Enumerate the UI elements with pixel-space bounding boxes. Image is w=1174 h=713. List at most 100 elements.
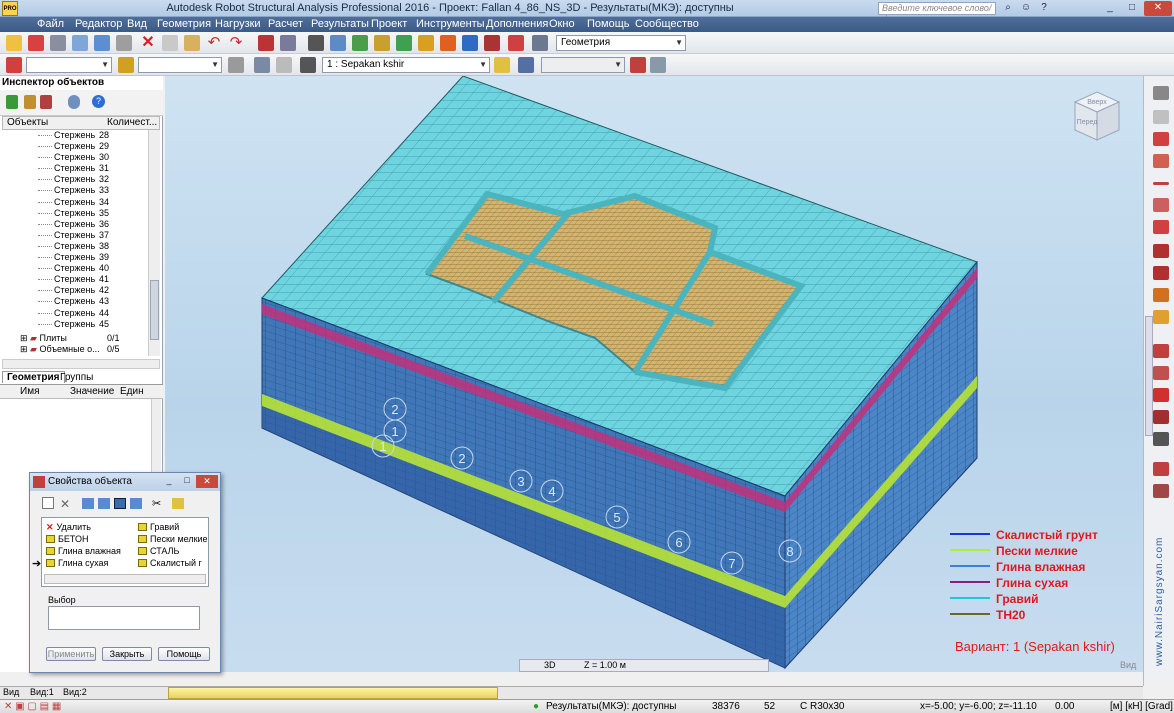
case-up-icon[interactable] <box>494 57 510 73</box>
paste-icon[interactable] <box>184 35 200 51</box>
node-selection-field[interactable]: ▼ <box>26 57 112 73</box>
tree-node-volumes[interactable]: ⊞ ▰ Объемные о... 0/5 <box>20 344 120 355</box>
line-icon[interactable] <box>1153 110 1169 124</box>
material-item[interactable]: ✕ Удалить <box>46 522 91 533</box>
loads-icon[interactable] <box>440 35 456 51</box>
search-icon[interactable]: ⌕ <box>998 1 1018 16</box>
preview-icon[interactable] <box>72 35 88 51</box>
tree-node-bar[interactable]: Стержень 29 <box>2 141 148 152</box>
clear-filter-icon[interactable] <box>40 95 52 109</box>
mode-selector[interactable]: ▼ <box>541 57 625 73</box>
menu-results[interactable]: Результаты <box>311 18 369 30</box>
menu-project[interactable]: Проект <box>371 18 407 30</box>
material-item[interactable]: Пески мелкие <box>138 534 208 545</box>
view-icon[interactable] <box>82 498 94 509</box>
material-item[interactable]: БЕТОН <box>46 534 89 545</box>
undo-icon[interactable]: ↶ <box>206 35 222 51</box>
material-item-selected[interactable]: Глина сухая <box>46 558 108 569</box>
lock-icon[interactable] <box>308 35 324 51</box>
menu-tools[interactable]: Инструменты <box>416 18 485 30</box>
details-icon[interactable] <box>130 498 142 509</box>
layout-icon[interactable] <box>280 35 296 51</box>
menu-community[interactable]: Сообщество <box>635 18 699 30</box>
tables-icon[interactable] <box>258 35 274 51</box>
tab-view[interactable]: Вид <box>3 687 19 697</box>
tree-node-bar[interactable]: Стержень 34 <box>2 197 148 208</box>
tree-node-bar[interactable]: Стержень 32 <box>2 174 148 185</box>
node-select-icon[interactable] <box>6 57 22 73</box>
cases-icon[interactable] <box>254 57 270 73</box>
filter-icon[interactable] <box>228 57 244 73</box>
close-dialog-button[interactable]: Закрыть <box>102 647 152 661</box>
new-doc-icon[interactable] <box>42 497 54 509</box>
volumes-icon[interactable] <box>1153 220 1169 234</box>
inspector-hscrollbar[interactable] <box>2 359 160 369</box>
supports-icon[interactable] <box>1153 132 1169 146</box>
tree-node-bar[interactable]: Стержень 45 <box>2 319 148 330</box>
tree-node-bar[interactable]: Стержень 41 <box>2 274 148 285</box>
releases-icon[interactable] <box>1153 344 1169 358</box>
attributes-icon[interactable] <box>650 57 666 73</box>
open-icon[interactable] <box>28 35 44 51</box>
case-arrow-icon[interactable] <box>300 57 316 73</box>
dialog-close-button[interactable]: ✕ <box>196 475 218 488</box>
frames-icon[interactable] <box>1153 484 1169 498</box>
screen-capture-icon[interactable] <box>94 35 110 51</box>
column-objects[interactable]: Объекты <box>7 117 48 129</box>
dialog-maximize-button[interactable]: □ <box>178 475 196 488</box>
mesh-icon[interactable] <box>1153 432 1169 446</box>
menu-file[interactable]: Файл <box>37 18 64 30</box>
tree-node-bar[interactable]: Стержень 39 <box>2 252 148 263</box>
menu-view[interactable]: Вид <box>127 18 147 30</box>
delete-icon[interactable]: ✕ <box>60 497 70 511</box>
tree-node-bar[interactable]: Стержень 43 <box>2 296 148 307</box>
design-icon[interactable] <box>484 35 500 51</box>
tree-node-bar[interactable]: Стержень 42 <box>2 285 148 296</box>
combinations-icon[interactable] <box>276 57 292 73</box>
model-viewport[interactable]: 2 1 1 2 3 4 5 6 7 8 Вверх Перед Скалисты… <box>165 76 1143 672</box>
find-icon[interactable] <box>68 95 80 109</box>
help-icon[interactable]: ? <box>1034 1 1054 16</box>
zoom-window-icon[interactable] <box>330 35 346 51</box>
bars-icon[interactable] <box>1153 154 1169 168</box>
filter-icon[interactable] <box>24 95 36 109</box>
thickness-icon[interactable] <box>1153 266 1169 280</box>
apply-button[interactable]: Применить <box>46 647 96 661</box>
inspector-scrollbar[interactable] <box>148 130 160 356</box>
material-item[interactable]: Скалистый г <box>138 558 202 569</box>
materials-hscrollbar[interactable] <box>44 574 206 584</box>
load-case-selector[interactable]: 1 : Sepakan kshir ▼ <box>322 57 490 73</box>
folder-icon[interactable] <box>172 498 184 509</box>
material-item[interactable]: Глина влажная <box>46 546 121 557</box>
tree-node-plates[interactable]: ⊞ ▰ Плиты 0/1 <box>20 333 120 344</box>
new-project-icon[interactable] <box>6 35 22 51</box>
z-level[interactable]: Z = 1.00 м <box>584 660 626 670</box>
list-icon[interactable] <box>98 498 110 509</box>
material-item[interactable]: СТАЛЬ <box>138 546 179 557</box>
menu-edit[interactable]: Редактор <box>75 18 122 30</box>
grid-icon[interactable] <box>1153 410 1169 424</box>
tree-icon[interactable] <box>6 95 18 109</box>
tree-node-bar[interactable]: Стержень 44 <box>2 308 148 319</box>
bar-selection-field[interactable]: ▼ <box>138 57 222 73</box>
help-button[interactable]: Помощь <box>158 647 210 661</box>
menu-addons[interactable]: Дополнения <box>486 18 548 30</box>
tree-node-bar[interactable]: Стержень 38 <box>2 241 148 252</box>
section-icon[interactable] <box>1153 244 1169 258</box>
structure-icon[interactable] <box>1153 462 1169 476</box>
zoom-all-icon[interactable] <box>352 35 368 51</box>
user-icon[interactable]: ☺ <box>1016 1 1036 16</box>
menu-analysis[interactable]: Расчет <box>268 18 303 30</box>
menu-help[interactable]: Помощь <box>587 18 630 30</box>
right-scrollbar[interactable] <box>1145 316 1153 436</box>
panels-icon[interactable] <box>1153 198 1169 212</box>
pan-icon[interactable] <box>374 35 390 51</box>
rotate-icon[interactable] <box>396 35 412 51</box>
tree-node-bar[interactable]: Стержень 36 <box>2 219 148 230</box>
redo-icon[interactable]: ↷ <box>228 35 244 51</box>
dialog-minimize-button[interactable]: _ <box>160 475 178 488</box>
tab-groups[interactable]: Группы <box>60 372 93 383</box>
tree-node-bar[interactable]: Стержень 33 <box>2 185 148 196</box>
column-count[interactable]: Количест... <box>107 117 157 129</box>
copy-icon[interactable] <box>162 35 178 51</box>
